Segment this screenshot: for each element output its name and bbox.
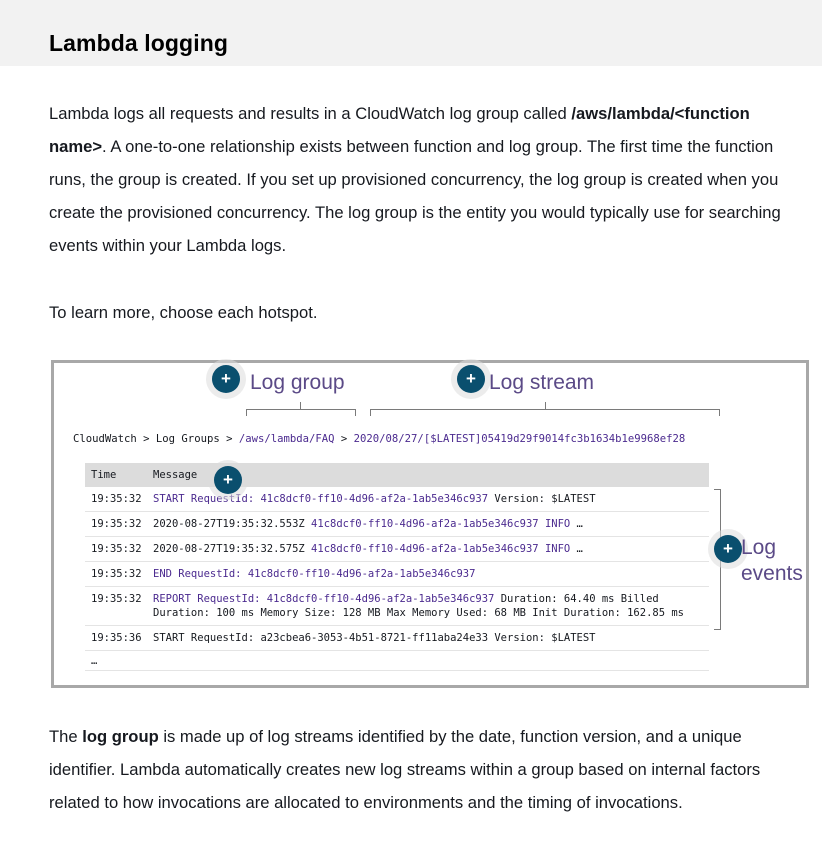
log-events-table: Time Message 19:35:32 START RequestId: 41… — [85, 463, 709, 671]
intro-text-cont: . A one-to-one relationship exists betwe… — [49, 137, 781, 255]
log-group-term: log group — [82, 727, 159, 746]
table-row[interactable]: 19:35:32 2020-08-27T19:35:32.553Z 41c8dcf… — [85, 512, 709, 537]
log-group-bracket — [246, 402, 356, 416]
row-message: START RequestId: 41c8dcf0-ff10-4d96-af2a… — [153, 492, 709, 506]
intro-paragraph: Lambda logs all requests and results in … — [49, 97, 809, 262]
log-group-hotspot[interactable]: + — [212, 365, 240, 393]
message-part: 41c8dcf0-ff10-4d96-af2a-1ab5e346c937 — [260, 493, 489, 505]
row-time: 19:35:36 — [91, 632, 142, 644]
row-message: 2020-08-27T19:35:32.575Z 41c8dcf0-ff10-4… — [153, 542, 709, 556]
log-group-paragraph: The log group is made up of log streams … — [49, 720, 809, 819]
row-time: 19:35:32 — [91, 593, 142, 605]
log-events-label-line2: events — [741, 562, 803, 585]
row-time: 19:35:32 — [91, 568, 142, 580]
message-hotspot[interactable]: + — [214, 466, 242, 494]
breadcrumb-log-groups[interactable]: Log Groups — [156, 433, 220, 445]
row-time: 19:35:32 — [91, 543, 142, 555]
message-part: 2020-08-27T19:35:32.575Z — [153, 543, 312, 555]
table-row[interactable]: 19:35:36 START RequestId: a23cbea6-3053-4… — [85, 626, 709, 651]
row-message: 2020-08-27T19:35:32.553Z 41c8dcf0-ff10-4… — [153, 517, 709, 531]
log-events-label: Log events — [741, 535, 803, 587]
table-row[interactable]: 19:35:32 START RequestId: 41c8dcf0-ff10-4… — [85, 487, 709, 512]
message-part: START RequestId: — [153, 493, 261, 505]
message-part: REPORT RequestId: — [153, 593, 267, 605]
log-stream-bracket — [370, 402, 720, 416]
message-part: 41c8dcf0-ff10-4d96-af2a-1ab5e346c937 — [247, 568, 476, 580]
log-stream-label: Log stream — [489, 371, 595, 394]
row-time: 19:35:32 — [91, 493, 142, 505]
intro-text: Lambda logs all requests and results in … — [49, 104, 572, 123]
row-message: END RequestId: 41c8dcf0-ff10-4d96-af2a-1… — [153, 567, 709, 581]
message-part: … — [570, 518, 583, 530]
breadcrumb: CloudWatch > Log Groups > /aws/lambda/FA… — [73, 433, 685, 445]
table-row[interactable]: 19:35:32 2020-08-27T19:35:32.575Z 41c8dcf… — [85, 537, 709, 562]
message-part: 41c8dcf0-ff10-4d96-af2a-1ab5e346c937 INF… — [311, 543, 571, 555]
log-group-text: The — [49, 727, 83, 746]
breadcrumb-cloudwatch[interactable]: CloudWatch — [73, 433, 137, 445]
message-part: START RequestId: a23cbea6-3053-4b51-8721… — [153, 632, 596, 644]
log-events-label-line1: Log — [741, 536, 777, 559]
table-row[interactable]: 19:35:32 REPORT RequestId: 41c8dcf0-ff10-… — [85, 587, 709, 626]
message-part: Version: $LATEST — [488, 493, 596, 505]
page-title: Lambda logging — [49, 30, 228, 56]
more-rows: … — [85, 651, 709, 671]
column-time: Time — [91, 469, 117, 481]
table-row[interactable]: 19:35:32 END RequestId: 41c8dcf0-ff10-4d9… — [85, 562, 709, 587]
breadcrumb-sep: > — [334, 433, 354, 445]
breadcrumb-log-stream[interactable]: 2020/08/27/[$LATEST]05419d29f9014fc3b163… — [354, 433, 686, 445]
breadcrumb-log-group[interactable]: /aws/lambda/FAQ — [239, 433, 335, 445]
log-group-label: Log group — [250, 371, 345, 394]
row-message: REPORT RequestId: 41c8dcf0-ff10-4d96-af2… — [153, 592, 709, 620]
row-time: 19:35:32 — [91, 518, 142, 530]
hotspot-instruction: To learn more, choose each hotspot. — [49, 303, 318, 322]
breadcrumb-sep: > — [136, 433, 156, 445]
message-part: 41c8dcf0-ff10-4d96-af2a-1ab5e346c937 INF… — [311, 518, 571, 530]
row-message: START RequestId: a23cbea6-3053-4b51-8721… — [153, 631, 709, 645]
table-header: Time Message — [85, 463, 709, 487]
breadcrumb-sep: > — [219, 433, 239, 445]
message-part: 2020-08-27T19:35:32.553Z — [153, 518, 312, 530]
log-events-hotspot[interactable]: + — [714, 535, 742, 563]
message-part: … — [570, 543, 583, 555]
message-part: 41c8dcf0-ff10-4d96-af2a-1ab5e346c937 — [266, 593, 495, 605]
message-part: END RequestId: — [153, 568, 248, 580]
log-stream-hotspot[interactable]: + — [457, 365, 485, 393]
cloudwatch-figure: + Log group + Log stream CloudWatch > Lo… — [51, 360, 809, 688]
